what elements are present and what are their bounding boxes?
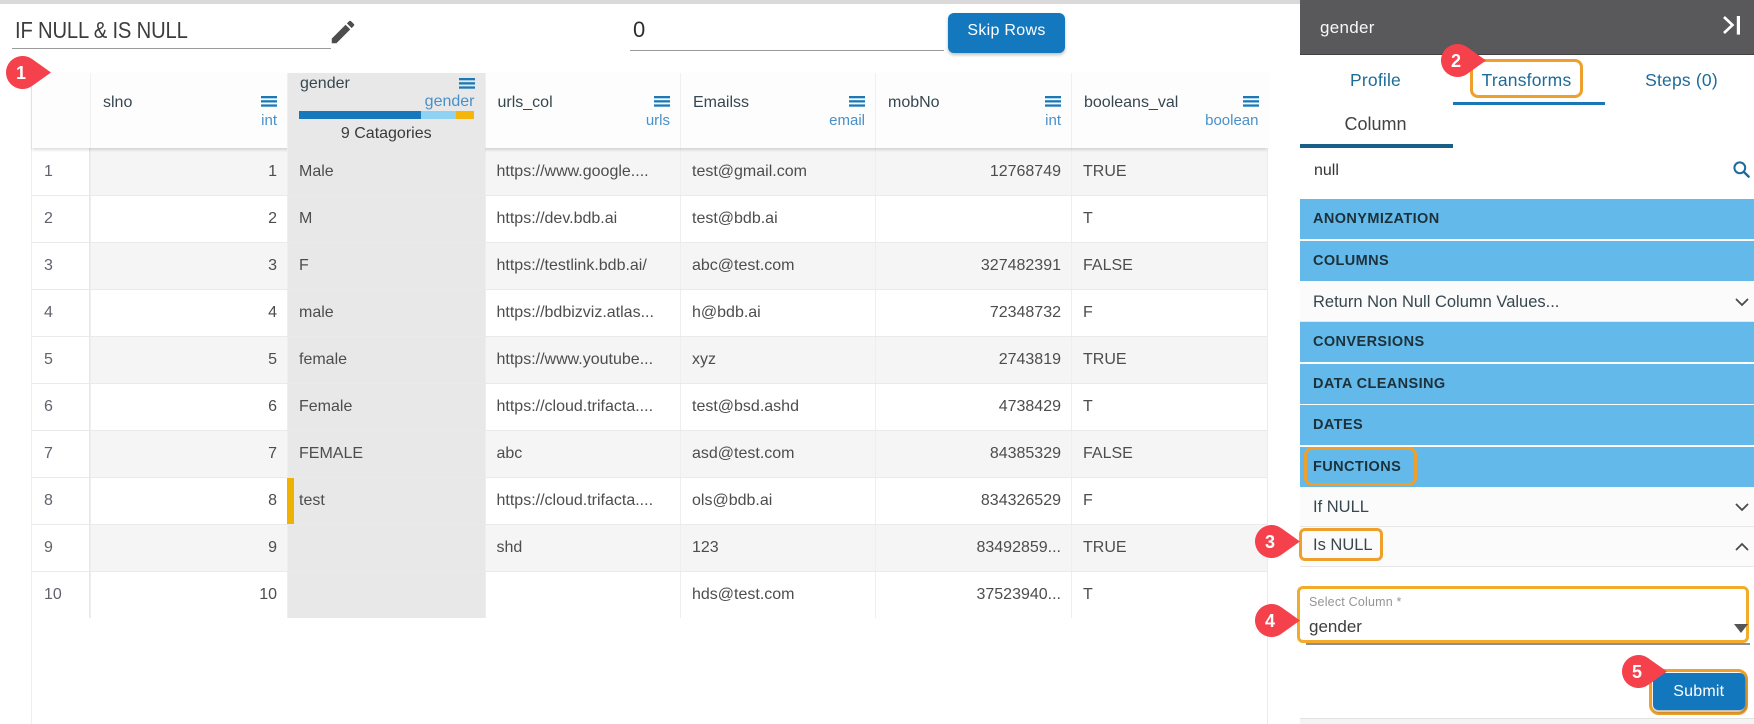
svg-text:2: 2 <box>1451 51 1461 71</box>
svg-text:1: 1 <box>16 63 26 83</box>
svg-text:3: 3 <box>1265 532 1275 552</box>
svg-text:4: 4 <box>1265 611 1275 631</box>
svg-text:5: 5 <box>1632 662 1642 682</box>
